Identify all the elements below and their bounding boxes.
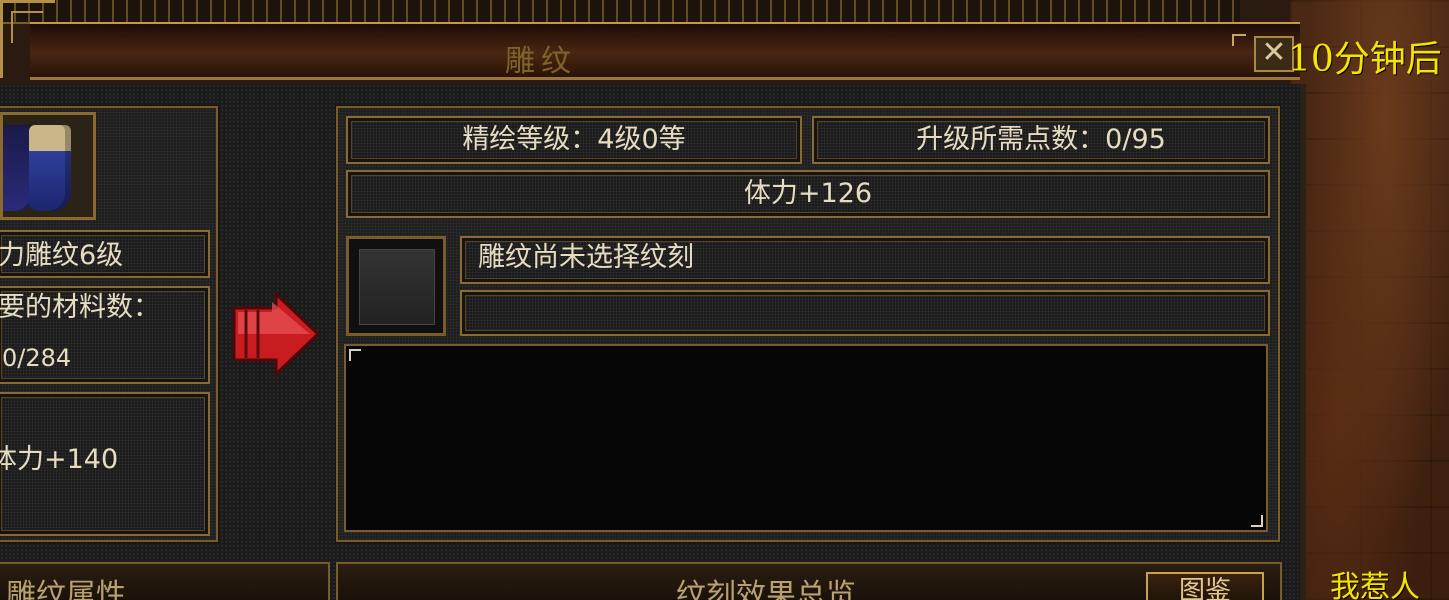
tab-effect-overview-label: 纹刻效果总览: [676, 578, 856, 600]
current-attr-field: 体力+126: [346, 170, 1270, 218]
top-frieze: [0, 0, 1240, 24]
tab-effect-overview[interactable]: 纹刻效果总览: [336, 562, 1282, 600]
game-scene: 雕纹 ✕ 10分钟后 力雕纹6级 要的材料数： 0/284 体力+140 精绘等…: [0, 0, 1449, 600]
window-title: 雕纹: [505, 44, 577, 79]
item-slot[interactable]: [0, 112, 96, 220]
engrave-description-area: [344, 344, 1268, 532]
notice-text: 10分钟后: [1288, 39, 1442, 80]
refine-level-field: 精绘等级：4级0等: [346, 116, 802, 164]
engrave-extra-field: [460, 290, 1270, 336]
pin-icon[interactable]: [1232, 34, 1246, 46]
empty-slot-icon: [359, 249, 435, 325]
material-label: 要的材料数：: [0, 292, 160, 323]
material-value: 0/284: [2, 344, 72, 372]
corner-ornament: [0, 0, 55, 78]
arrow-right-icon: [232, 292, 321, 376]
attr-field: 体力+140: [0, 392, 210, 536]
engrave-slot[interactable]: [346, 236, 446, 336]
engrave-status-field: 雕纹尚未选择纹刻: [460, 236, 1270, 284]
corner-text: 我惹人: [1330, 570, 1420, 600]
tab-engrave-attr-label: 雕纹属性: [6, 578, 126, 600]
material-field: 要的材料数： 0/284: [0, 286, 210, 384]
upgrade-points-field: 升级所需点数：0/95: [812, 116, 1270, 164]
attr-value: 体力+140: [0, 444, 119, 475]
window-titlebar[interactable]: [30, 22, 1300, 80]
engrave-level-field: 力雕纹6级: [0, 230, 210, 278]
boot-icon: [29, 125, 71, 211]
tab-engrave-attr[interactable]: 雕纹属性: [0, 562, 330, 600]
illustrate-button[interactable]: 图鉴: [1146, 572, 1264, 600]
game-world-background: [1290, 0, 1449, 600]
